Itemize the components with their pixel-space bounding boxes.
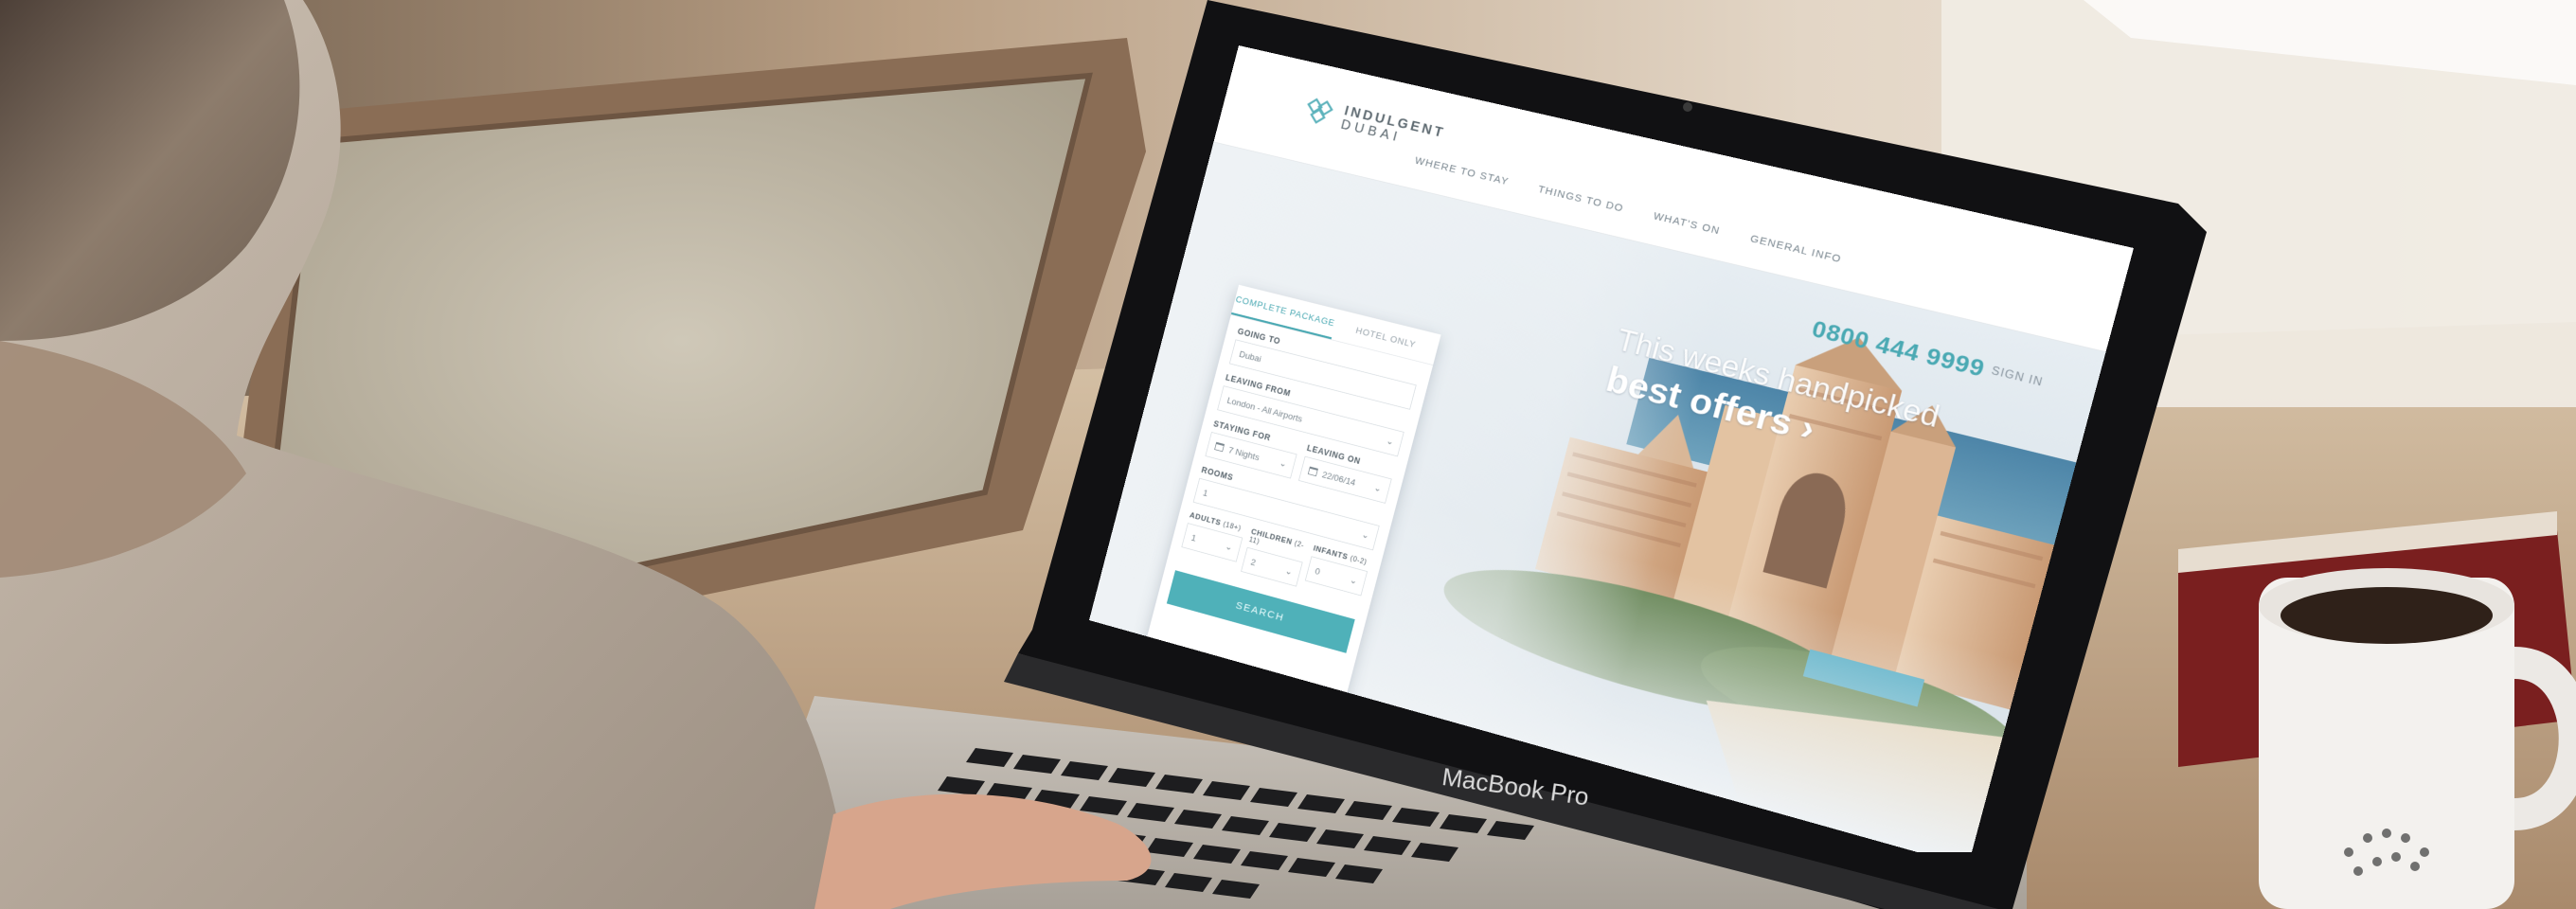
adults-age-note: (18+) [1223,521,1243,532]
logo[interactable]: INDULGENT DUBAI [1300,94,1447,155]
chevron-down-icon: ⌄ [1284,565,1294,578]
infants-value: 0 [1314,565,1321,577]
rooms-value: 1 [1202,488,1209,498]
diamond-logo-icon [1300,94,1338,131]
nav-item-things-to-do[interactable]: THINGS TO DO [1537,184,1625,215]
children-value: 2 [1250,557,1258,568]
chevron-down-icon: ⌄ [1225,541,1234,553]
nav-item-where-to-stay[interactable]: WHERE TO STAY [1414,154,1511,187]
calendar-icon [1308,467,1318,477]
going-to-value: Dubai [1238,348,1262,364]
nav-item-general-info[interactable]: GENERAL INFO [1749,233,1843,265]
infants-age-note: (0-2) [1350,555,1368,566]
nav-item-whats-on[interactable]: WHAT'S ON [1652,210,1721,237]
chevron-down-icon: ⌄ [1279,457,1288,470]
chevron-down-icon: ⌄ [1373,482,1383,494]
chevron-down-icon: ⌄ [1349,575,1358,587]
staying-for-value: 7 Nights [1227,444,1261,462]
chevron-down-icon: ⌄ [1386,436,1395,448]
adults-value: 1 [1190,532,1198,543]
leaving-on-value: 22/06/14 [1321,469,1357,487]
chevron-down-icon: ⌄ [1361,529,1370,542]
calendar-icon [1214,442,1225,452]
